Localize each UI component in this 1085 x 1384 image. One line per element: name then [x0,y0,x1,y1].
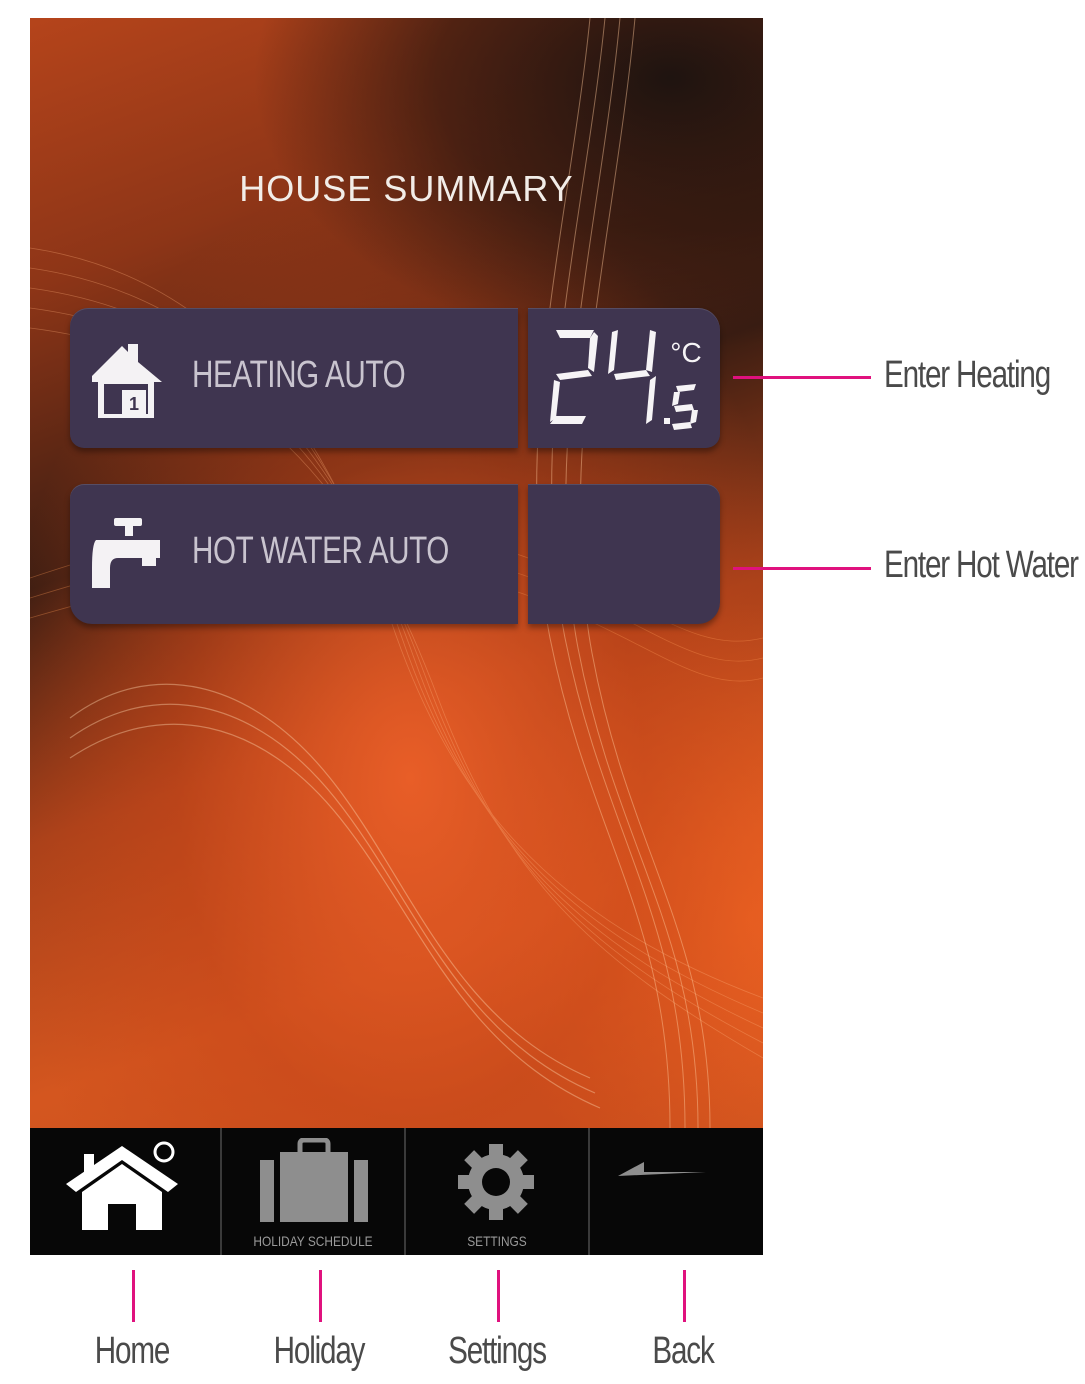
gear-icon [458,1144,534,1220]
temperature-readout: °C 24 .5 [546,322,702,430]
hot-water-callout-line [733,567,871,570]
temperature-decimal: .5 [546,322,547,323]
holiday-callout-line [319,1270,322,1322]
heating-callout-label: Enter Heating [884,354,1051,396]
settings-button[interactable]: SETTINGS [406,1128,590,1255]
temperature-value: 24 [546,322,548,323]
back-button[interactable] [590,1128,763,1255]
settings-callout-line [497,1270,500,1322]
settings-caption: SETTINGS [467,1233,527,1249]
page: HOUSE SUMMARY 1 HEATING AUTO °C 24 .5 HO… [0,0,1085,1384]
tap-icon [92,518,160,588]
back-arrow-icon [618,1162,706,1176]
hot-water-label: HOT WATER AUTO [192,530,449,572]
hot-water-callout-label: Enter Hot Water [884,544,1079,586]
home-button[interactable] [30,1128,222,1255]
hot-water-side-tile[interactable] [528,484,720,624]
heating-label: HEATING AUTO [192,354,406,396]
screen-title: HOUSE SUMMARY [239,168,574,209]
holiday-button[interactable]: HOLIDAY SCHEDULE [222,1128,406,1255]
home-callout-line [132,1270,135,1322]
hot-water-tile[interactable]: HOT WATER AUTO [70,484,518,624]
back-callout-label: Back [652,1330,714,1372]
settings-callout-label: Settings [448,1330,547,1372]
bottom-nav: HOLIDAY SCHEDULE SETTINGS [30,1128,763,1255]
zone-number: 1 [129,394,139,414]
holiday-caption: HOLIDAY SCHEDULE [253,1233,373,1249]
home-icon [66,1141,178,1230]
home-callout-label: Home [94,1330,171,1372]
house-zone-icon: 1 [92,344,162,418]
heating-callout-line [733,376,871,379]
back-callout-line [683,1270,686,1322]
heating-tile[interactable]: 1 HEATING AUTO [70,308,518,448]
temperature-unit: °C [670,337,701,368]
thermostat-screen: HOUSE SUMMARY 1 HEATING AUTO °C 24 .5 HO… [30,18,763,1255]
heating-temperature-tile[interactable]: °C 24 .5 [528,308,720,448]
suitcase-icon [260,1138,368,1222]
holiday-callout-label: Holiday [273,1330,366,1372]
